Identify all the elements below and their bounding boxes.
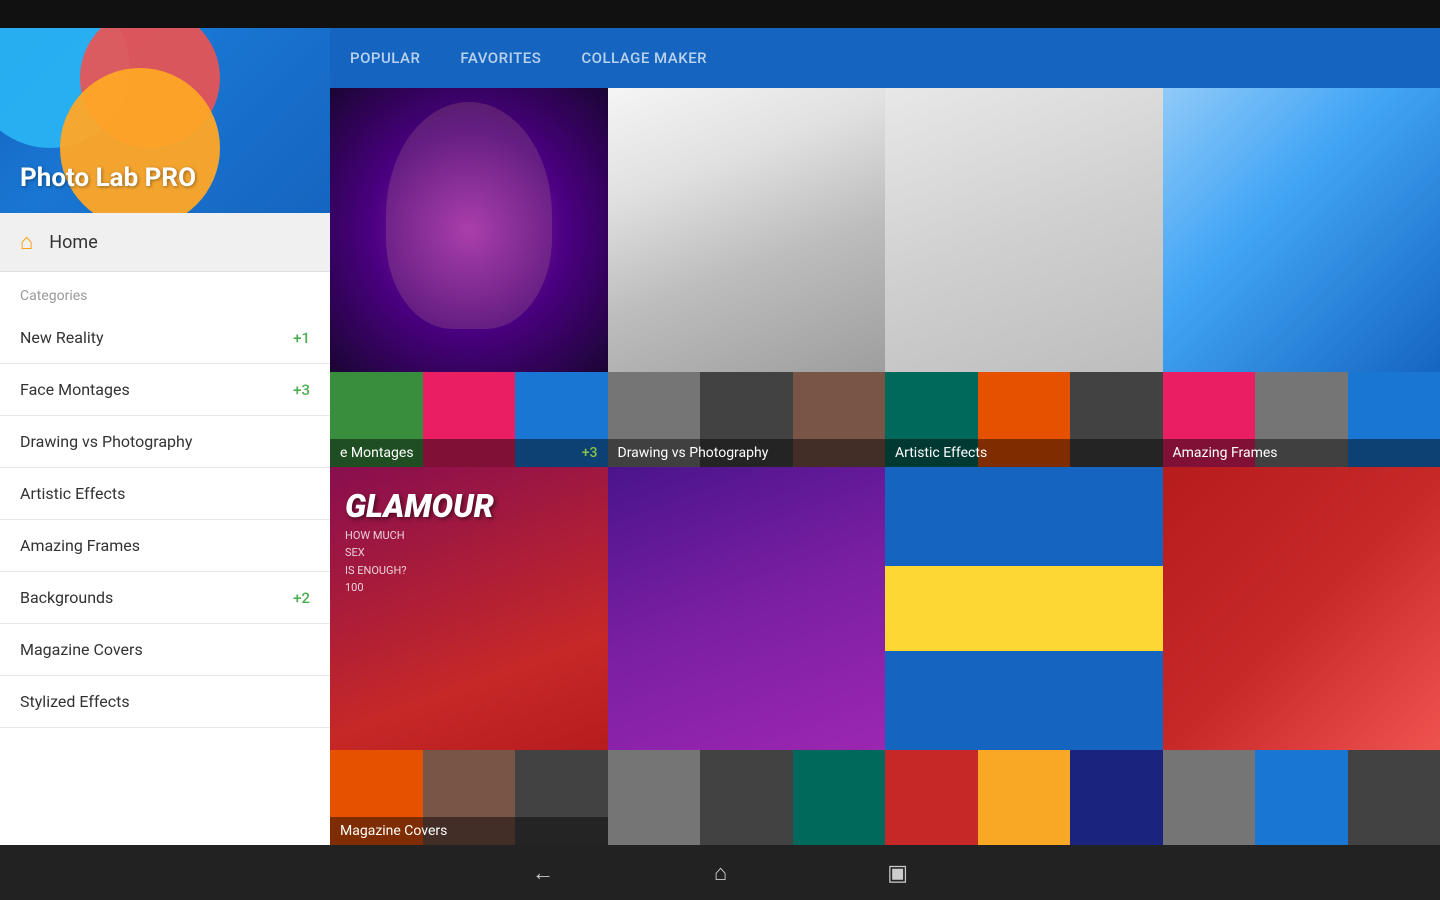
nav-label-magazine-covers: Magazine Covers (20, 640, 143, 659)
nav-label-artistic-effects: Artistic Effects (20, 484, 125, 503)
sidebar-item-magazine-covers[interactable]: Magazine Covers (0, 624, 330, 676)
cell-label-artistic-effects: Artistic Effects (885, 439, 1163, 467)
categories-heading: Categories (0, 272, 330, 312)
sidebar-item-backgrounds[interactable]: Backgrounds +2 (0, 572, 330, 624)
content-area: POPULAR FAVORITES COLLAGE MAKER (330, 28, 1440, 845)
home-button[interactable]: ⌂ (714, 860, 727, 886)
sidebar-header: Photo Lab PRO (0, 28, 330, 213)
grid-cell-artistic-effects[interactable]: Artistic Effects (885, 88, 1163, 467)
top-status-bar (0, 0, 1440, 28)
sidebar-item-face-montages[interactable]: Face Montages +3 (0, 364, 330, 416)
cell-label-magazine-covers: Magazine Covers (330, 817, 608, 845)
back-button[interactable]: ← (532, 860, 554, 886)
grid-cell-magazine-covers[interactable]: GLAMOUR HOW MUCHSEXIS ENOUGH?100 Magazin… (330, 467, 608, 846)
recents-button[interactable]: ▣ (887, 860, 908, 886)
nav-badge-new-reality: +1 (293, 329, 310, 347)
sidebar-item-amazing-frames[interactable]: Amazing Frames (0, 520, 330, 572)
nav-label-new-reality: New Reality (20, 328, 104, 347)
nav-badge-face-montages: +3 (293, 381, 310, 399)
sidebar-item-new-reality[interactable]: New Reality +1 (0, 312, 330, 364)
cell-label-drawing-vs-photography: Drawing vs Photography (608, 439, 886, 467)
nav-label-face-montages: Face Montages (20, 380, 130, 399)
sidebar-item-home[interactable]: ⌂ Home (0, 213, 330, 272)
nav-label-backgrounds: Backgrounds (20, 588, 113, 607)
bottom-nav-bar: ← ⌂ ▣ (0, 845, 1440, 900)
grid-cell-amazing-frames[interactable]: Amazing Frames (1163, 88, 1440, 467)
header-tabs: POPULAR FAVORITES COLLAGE MAKER (330, 28, 1440, 88)
tab-favorites[interactable]: FAVORITES (460, 45, 541, 71)
grid-cell-girl-purple[interactable] (608, 467, 886, 846)
nav-label-drawing-vs-photography: Drawing vs Photography (20, 432, 192, 451)
tab-popular[interactable]: POPULAR (350, 45, 420, 71)
home-icon: ⌂ (20, 229, 33, 255)
grid-cell-flag[interactable] (885, 467, 1163, 846)
glamour-text: GLAMOUR (345, 487, 494, 525)
app-title: Photo Lab PRO (20, 163, 196, 193)
sidebar-item-artistic-effects[interactable]: Artistic Effects (0, 468, 330, 520)
tab-collage-maker[interactable]: COLLAGE MAKER (581, 45, 707, 71)
content-grid: e Montages +3 Drawing vs Photog (330, 88, 1440, 845)
grid-cell-sports[interactable] (1163, 467, 1440, 846)
cell-label-amazing-frames: Amazing Frames (1163, 439, 1440, 467)
nav-badge-backgrounds: +2 (293, 589, 310, 607)
nav-label-stylized-effects: Stylized Effects (20, 692, 130, 711)
main-area: Photo Lab PRO ⌂ Home Categories New Real… (0, 28, 1440, 845)
cell-label-face-montages: e Montages +3 (330, 439, 608, 467)
nav-label-amazing-frames: Amazing Frames (20, 536, 140, 555)
sidebar: Photo Lab PRO ⌂ Home Categories New Real… (0, 28, 330, 845)
glamour-subtext: HOW MUCHSEXIS ENOUGH?100 (345, 527, 407, 597)
sidebar-item-stylized-effects[interactable]: Stylized Effects (0, 676, 330, 728)
grid-cell-face-montages[interactable]: e Montages +3 (330, 88, 608, 467)
home-label: Home (49, 232, 97, 253)
grid-cell-drawing-vs-photography[interactable]: Drawing vs Photography (608, 88, 886, 467)
sidebar-item-drawing-vs-photography[interactable]: Drawing vs Photography (0, 416, 330, 468)
cell-badge-face-montages: +3 (582, 445, 598, 461)
